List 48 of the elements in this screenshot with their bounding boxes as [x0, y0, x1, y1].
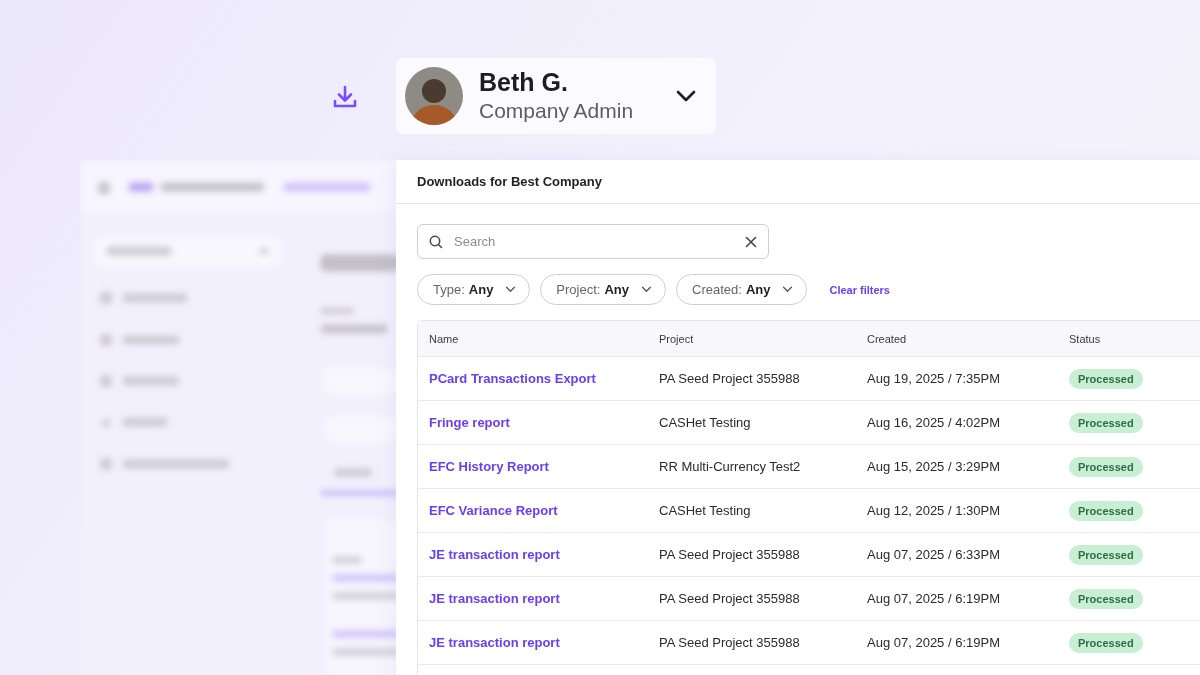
report-link[interactable]: PCard Transactions Export [429, 371, 596, 386]
status-badge: Processed [1069, 412, 1143, 433]
status-badge: Processed [1069, 588, 1143, 609]
filter-dropdown[interactable]: Type: Any [417, 274, 531, 305]
chevron-down-icon [782, 286, 794, 293]
user-role: Company Admin [479, 98, 635, 124]
report-link[interactable]: JE transaction report [429, 635, 560, 650]
table-cell-text: Aug 12, 2025 / 1:30PM [867, 503, 1001, 518]
column-header: Created [867, 332, 908, 345]
search-field[interactable]: Search [417, 224, 769, 259]
status-badge: Processed [1069, 544, 1143, 565]
table-cell-text: PA Seed Project 355988 [659, 635, 801, 650]
table-cell-text: CASHet Testing [659, 415, 752, 430]
table-cell-text: Aug 15, 2025 / 3:29PM [867, 459, 1001, 474]
clear-filters-link[interactable]: Clear filters [829, 283, 890, 296]
report-link[interactable]: EFC History Report [429, 459, 549, 474]
report-link[interactable]: JE transaction report [429, 591, 560, 606]
report-link[interactable]: Fringe report [429, 415, 510, 430]
avatar-icon [405, 67, 463, 125]
table-cell-text: PA Seed Project 355988 [659, 371, 801, 386]
user-name: Beth G. [479, 67, 569, 97]
table-cell-text: PA Seed Project 355988 [659, 591, 801, 606]
table-cell-text: CASHet Testing [659, 503, 752, 518]
filter-dropdown[interactable]: Project: Any [540, 274, 666, 305]
filter-dropdown[interactable]: Created: Any [676, 274, 808, 305]
column-header: Project [659, 332, 695, 345]
chevron-down-icon [641, 286, 652, 293]
status-badge: Processed [1069, 456, 1143, 477]
column-header: Status [1069, 332, 1102, 345]
table-cell-text: Aug 19, 2025 / 7:35PM [867, 371, 1001, 386]
table-cell-text: Aug 07, 2025 / 6:19PM [867, 635, 1001, 650]
report-link[interactable]: EFC Variance Report [429, 503, 558, 518]
status-badge: Processed [1069, 368, 1143, 389]
status-badge: Processed [1069, 500, 1143, 521]
table-cell-text: Aug 16, 2025 / 4:02PM [867, 415, 1001, 430]
table-cell-text: Aug 07, 2025 / 6:19PM [867, 591, 1001, 606]
table-cell-text: Aug 07, 2025 / 6:33PM [867, 547, 1001, 562]
profile-card[interactable]: Beth G. Company Admin [396, 58, 716, 134]
clear-icon[interactable] [745, 236, 757, 248]
column-header: Name [429, 332, 460, 345]
chevron-down-icon[interactable] [676, 90, 696, 102]
report-link[interactable]: JE transaction report [429, 547, 560, 562]
download-icon[interactable] [332, 84, 358, 110]
table-cell-text: RR Multi-Currency Test2 [659, 459, 802, 474]
table-cell-text: PA Seed Project 355988 [659, 547, 801, 562]
chevron-down-icon [505, 286, 517, 293]
status-badge: Processed [1069, 632, 1143, 653]
panel-title: Downloads for Best Company [417, 174, 602, 189]
